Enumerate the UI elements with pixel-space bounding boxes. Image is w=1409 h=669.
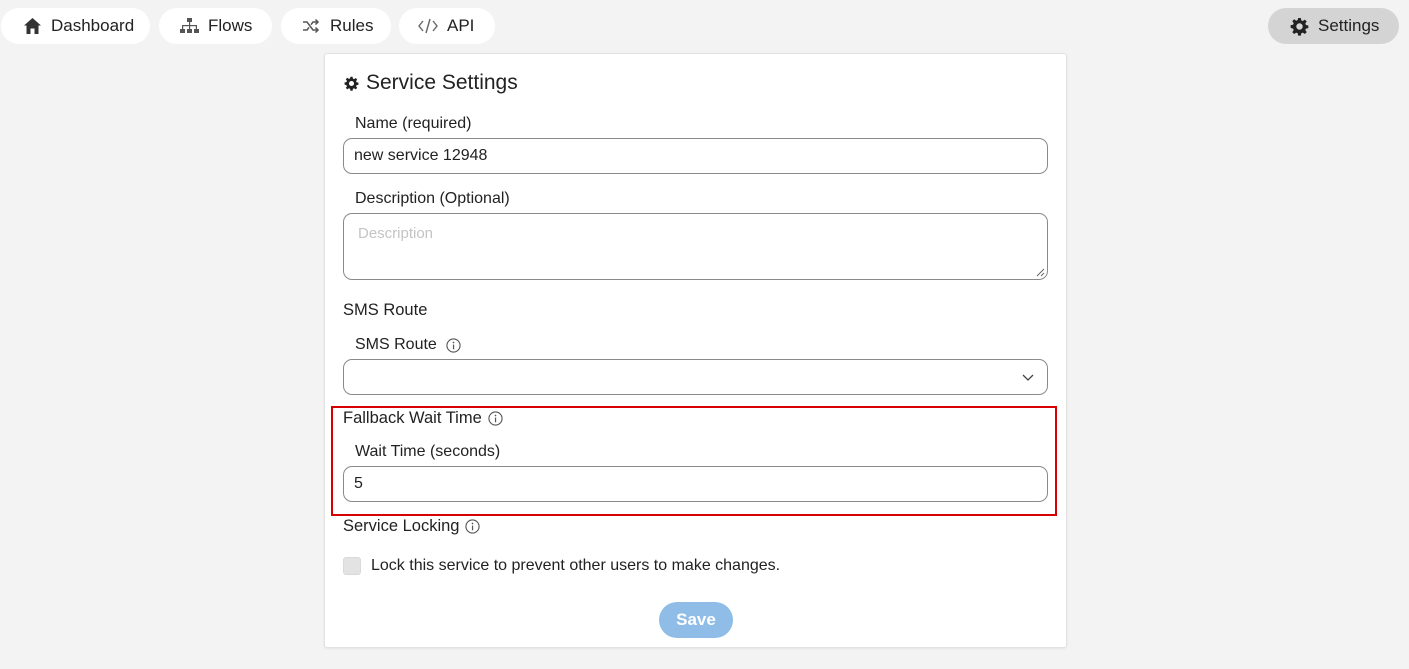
fallback-section-heading: Fallback Wait Time bbox=[343, 409, 503, 428]
nav-api-label: API bbox=[447, 16, 475, 35]
resize-handle-icon[interactable] bbox=[1035, 267, 1045, 277]
locking-section-text: Service Locking bbox=[343, 517, 460, 535]
description-label: Description (Optional) bbox=[355, 190, 510, 207]
nav-rules[interactable]: Rules bbox=[281, 8, 391, 44]
nav-api[interactable]: API bbox=[399, 8, 495, 44]
card-title: Service Settings bbox=[344, 71, 518, 95]
description-textarea[interactable]: Description bbox=[343, 213, 1048, 280]
nav-flows[interactable]: Flows bbox=[159, 8, 272, 44]
wait-time-label: Wait Time (seconds) bbox=[355, 443, 501, 460]
nav-flows-label: Flows bbox=[208, 16, 253, 35]
lock-service-label[interactable]: Lock this service to prevent other users… bbox=[371, 557, 780, 575]
gear-icon bbox=[1289, 16, 1309, 36]
sitemap-icon bbox=[179, 16, 199, 36]
wait-time-input[interactable]: 5 bbox=[343, 466, 1048, 502]
nav-settings[interactable]: Settings bbox=[1268, 8, 1399, 44]
sms-section-heading: SMS Route bbox=[343, 301, 427, 320]
save-button[interactable]: Save bbox=[659, 602, 733, 638]
nav-dashboard[interactable]: Dashboard bbox=[1, 8, 150, 44]
name-label: Name (required) bbox=[355, 115, 472, 132]
fallback-section-text: Fallback Wait Time bbox=[343, 409, 482, 427]
sms-route-select[interactable] bbox=[343, 359, 1048, 395]
info-icon[interactable] bbox=[488, 411, 503, 426]
nav-settings-label: Settings bbox=[1318, 16, 1380, 35]
shuffle-icon bbox=[301, 16, 321, 36]
wait-time-value: 5 bbox=[354, 475, 363, 492]
description-placeholder: Description bbox=[358, 225, 434, 242]
nav-dashboard-label: Dashboard bbox=[51, 16, 135, 35]
locking-section-heading: Service Locking bbox=[343, 517, 481, 536]
gear-icon bbox=[344, 76, 359, 91]
name-input-value: new service 12948 bbox=[354, 147, 488, 164]
nav-rules-label: Rules bbox=[330, 16, 374, 35]
sms-route-label-text: SMS Route bbox=[355, 336, 437, 353]
chevron-down-icon bbox=[1022, 374, 1034, 381]
sms-route-label: SMS Route bbox=[355, 336, 461, 354]
lock-service-row: Lock this service to prevent other users… bbox=[343, 557, 780, 575]
home-icon bbox=[22, 16, 42, 36]
card-title-text: Service Settings bbox=[366, 71, 518, 94]
lock-service-checkbox[interactable] bbox=[343, 557, 361, 575]
service-settings-card: Service Settings Name (required) new ser… bbox=[324, 53, 1067, 648]
code-icon bbox=[418, 16, 438, 36]
info-icon[interactable] bbox=[465, 519, 481, 534]
name-input[interactable]: new service 12948 bbox=[343, 138, 1048, 174]
sms-section-text: SMS Route bbox=[343, 301, 428, 319]
info-icon[interactable] bbox=[446, 337, 461, 353]
